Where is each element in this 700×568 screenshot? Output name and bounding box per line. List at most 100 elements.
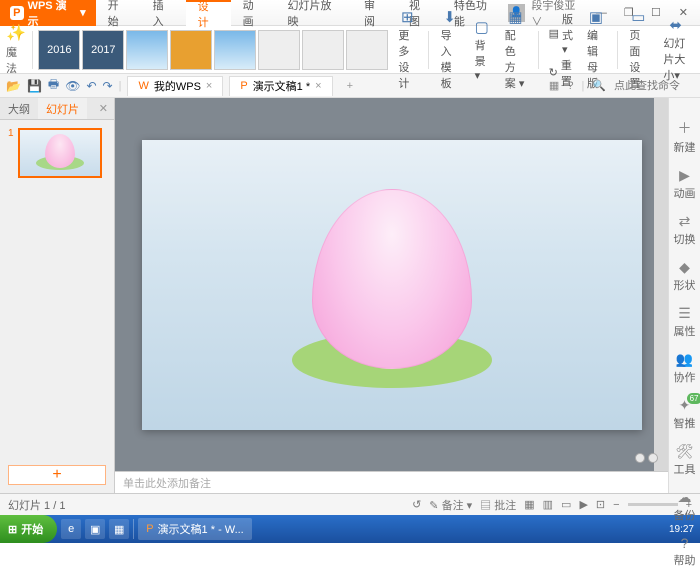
tab-insert[interactable]: 插入: [141, 0, 186, 26]
history-icon[interactable]: ↺: [412, 498, 421, 511]
theme-thumb-6[interactable]: [258, 30, 300, 70]
theme-thumb-2[interactable]: 2017: [82, 30, 124, 70]
tab-animation[interactable]: 动画: [231, 0, 276, 26]
canvas-wrap: [115, 98, 668, 471]
doctab-mywps[interactable]: W 我的WPS ×: [127, 76, 223, 96]
notes-pane[interactable]: 单击此处添加备注: [115, 471, 668, 493]
slide-canvas[interactable]: [142, 140, 642, 430]
theme-thumb-5[interactable]: [214, 30, 256, 70]
wand-icon: ✨: [6, 23, 26, 43]
theme-thumb-4[interactable]: [170, 30, 212, 70]
page-setup-icon: ▭: [631, 8, 645, 26]
taskbar-folder-icon[interactable]: ▣: [85, 519, 105, 539]
taskbar-app-label: 演示文稿1 * - W...: [158, 521, 244, 537]
save-icon[interactable]: 💾: [27, 79, 42, 93]
status-right: ↺ ✎ 备注 ▾ ▤ 批注 ▦ ▥ ▭ ▶ ⊡ − +: [412, 497, 692, 513]
search-icon[interactable]: 🔍: [592, 79, 606, 92]
close-tab-icon[interactable]: ×: [315, 80, 321, 92]
import-template-label: 导入模板: [441, 27, 459, 91]
tab-outline[interactable]: 大纲: [0, 98, 38, 119]
zoom-pct-icon[interactable]: ⊡: [596, 498, 605, 511]
rp-anim[interactable]: ▶动画: [674, 167, 696, 201]
tab-home[interactable]: 开始: [96, 0, 141, 26]
tab-design[interactable]: 设计: [186, 0, 231, 26]
rp-switch[interactable]: ⇄切换: [674, 213, 696, 247]
app-name: WPS 演示: [28, 0, 77, 29]
rp-tools[interactable]: 🛠工具: [674, 443, 696, 477]
undo-icon[interactable]: ↶: [86, 79, 96, 93]
separator: |: [581, 80, 584, 92]
right-panel: ＋新建 ▶动画 ⇄切换 ◆形状 ☰属性 👥协作 ✦智推 🛠工具 ☁备份 ?帮助: [668, 98, 700, 493]
tab-slideshow[interactable]: 幻灯片放映: [276, 0, 352, 26]
nav-dots: [635, 453, 658, 463]
magic-button[interactable]: ✨ 魔法: [6, 23, 26, 76]
layout-icon: ▤: [549, 27, 559, 40]
background-button[interactable]: ▢ 背景 ▾: [469, 18, 495, 82]
zoom-in-icon[interactable]: +: [686, 499, 692, 511]
windows-icon: ⊞: [8, 523, 17, 536]
presentation-icon: P: [240, 80, 247, 92]
rp-attr[interactable]: ☰属性: [674, 305, 696, 339]
help-icon[interactable]: ?: [567, 80, 573, 92]
rp-shape[interactable]: ◆形状: [674, 259, 696, 293]
notes-button[interactable]: ✎ 备注 ▾: [429, 497, 472, 513]
start-button[interactable]: ⊞ 开始: [0, 515, 57, 543]
comment-button[interactable]: ▤ 批注: [480, 497, 516, 513]
color-scheme-label: 配色方案 ▾: [505, 27, 526, 91]
view-show-icon[interactable]: ▶: [579, 498, 587, 511]
view-sorter-icon[interactable]: ▥: [543, 498, 553, 511]
print-icon[interactable]: 🖶: [48, 75, 59, 96]
taskbar-app-icon[interactable]: ▦: [109, 519, 129, 539]
shape-icon: ◆: [679, 259, 690, 276]
doctab-document[interactable]: P 演示文稿1 * ×: [229, 76, 332, 96]
app-logo-icon: P: [10, 6, 24, 20]
palette-icon: ▦: [508, 8, 522, 26]
panel-close-icon[interactable]: ✕: [93, 98, 114, 119]
peach-shape[interactable]: [312, 189, 472, 369]
taskbar: ⊞ 开始 e ▣ ▦ P 演示文稿1 * - W... 19:27: [0, 515, 700, 543]
theme-thumb-1[interactable]: 2016: [38, 30, 80, 70]
grid-icon[interactable]: ▦: [549, 79, 559, 92]
zoom-slider[interactable]: [628, 503, 678, 506]
scrollbar[interactable]: [654, 98, 668, 471]
tab-slides[interactable]: 幻灯片: [38, 98, 87, 119]
layout-button[interactable]: ▤版式 ▾: [549, 11, 573, 56]
theme-thumb-8[interactable]: [346, 30, 388, 70]
ribbon: ✨ 魔法 2016 2017 ⊞ 更多设计 ⬇ 导入模板 ▢ 背景 ▾ ▦ 配色…: [0, 26, 700, 74]
nav-next-icon[interactable]: [648, 453, 658, 463]
app-logo[interactable]: P WPS 演示 ▾: [0, 0, 96, 26]
theme-thumb-3[interactable]: [126, 30, 168, 70]
app-dropdown-icon[interactable]: ▾: [80, 6, 86, 19]
import-template-button[interactable]: ⬇ 导入模板: [435, 8, 465, 91]
rp-smart[interactable]: ✦智推: [674, 397, 696, 431]
taskbar-clock[interactable]: 19:27: [669, 524, 694, 535]
background-label: 背景 ▾: [475, 37, 489, 82]
import-icon: ⬇: [443, 8, 456, 26]
preview-icon[interactable]: 👁: [65, 79, 80, 93]
nav-prev-icon[interactable]: [635, 453, 645, 463]
taskbar-app-wps[interactable]: P 演示文稿1 * - W...: [138, 518, 252, 540]
rp-new[interactable]: ＋新建: [674, 118, 696, 155]
close-tab-icon[interactable]: ×: [206, 80, 212, 92]
rp-collab[interactable]: 👥协作: [674, 351, 696, 385]
rp-help[interactable]: ?帮助: [674, 535, 696, 568]
zoom-out-icon[interactable]: −: [613, 499, 619, 511]
theme-thumb-7[interactable]: [302, 30, 344, 70]
command-search-input[interactable]: [614, 80, 694, 92]
color-scheme-button[interactable]: ▦ 配色方案 ▾: [499, 8, 532, 91]
new-icon: ＋: [678, 118, 692, 138]
separator: |: [119, 80, 122, 92]
view-normal-icon[interactable]: ▦: [524, 498, 534, 511]
redo-icon[interactable]: ↷: [103, 79, 113, 93]
view-read-icon[interactable]: ▭: [561, 498, 571, 511]
slide-thumbnail[interactable]: 1: [8, 128, 106, 178]
more-designs-button[interactable]: ⊞ 更多设计: [392, 8, 422, 91]
tab-review[interactable]: 审阅: [352, 0, 397, 26]
add-slide-button[interactable]: +: [8, 465, 106, 485]
taskbar-ie-icon[interactable]: e: [61, 519, 81, 539]
slide-size-button[interactable]: ⬌ 幻灯片大小▾: [657, 16, 694, 83]
add-tab-button[interactable]: +: [339, 80, 361, 92]
slide-count: 幻灯片 1 / 1: [8, 497, 65, 513]
open-icon[interactable]: 📂: [6, 79, 21, 93]
magic-label: 魔法: [6, 44, 26, 76]
